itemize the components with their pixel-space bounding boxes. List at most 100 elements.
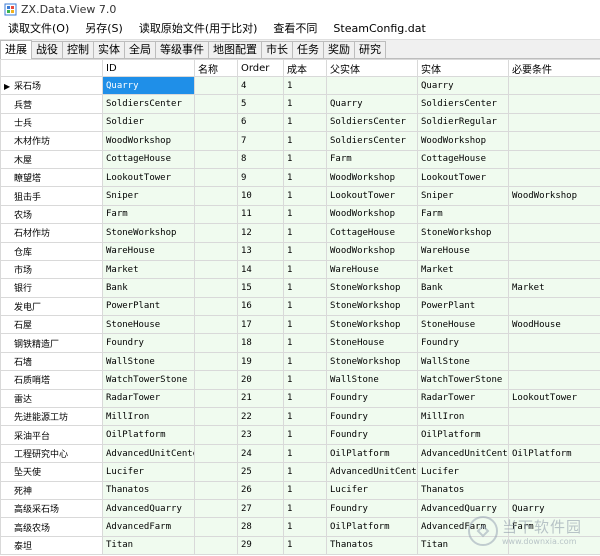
table-row[interactable]: 士兵 Soldier 6 1 SoldiersCenter SoldierRegular — [0, 112, 600, 133]
row-header[interactable]: 高级采石场 — [0, 498, 103, 519]
row-header[interactable]: 坠天使 — [0, 462, 103, 482]
grid-cell[interactable] — [508, 296, 600, 317]
grid-cell[interactable]: 1 — [283, 462, 327, 482]
grid-cell[interactable]: StoneHouse — [326, 333, 418, 353]
grid-cell[interactable]: WoodWorkshop — [102, 131, 195, 151]
grid-cell[interactable] — [508, 351, 600, 372]
tab-10[interactable]: 研究 — [354, 41, 386, 58]
grid-cell[interactable]: 1 — [283, 223, 327, 243]
grid-cell[interactable] — [194, 112, 238, 133]
grid-cell[interactable] — [508, 223, 600, 243]
grid-cell[interactable]: 1 — [283, 425, 327, 445]
grid-cell[interactable]: Thanatos — [326, 535, 418, 556]
grid-cell[interactable]: AdvancedQuarry — [417, 498, 509, 519]
grid-cell[interactable]: 15 — [237, 278, 284, 298]
grid-cell[interactable]: CottageHouse — [326, 223, 418, 243]
grid-cell[interactable]: Titan — [102, 535, 195, 556]
grid-cell[interactable]: Thanatos — [417, 480, 509, 500]
grid-cell[interactable]: WoodWorkshop — [417, 131, 509, 151]
column-header[interactable]: 实体 — [417, 59, 509, 77]
grid-cell[interactable]: Bank — [417, 278, 509, 298]
grid-cell[interactable] — [194, 186, 238, 206]
row-header[interactable]: 木材作坊 — [0, 131, 103, 151]
grid-cell[interactable]: 1 — [283, 75, 327, 96]
grid-cell[interactable]: 1 — [283, 517, 327, 537]
grid-cell[interactable] — [194, 388, 238, 409]
grid-cell[interactable]: 26 — [237, 480, 284, 500]
grid-cell[interactable]: StoneHouse — [102, 315, 195, 335]
grid-cell[interactable] — [508, 112, 600, 133]
grid-cell[interactable]: WoodWorkshop — [326, 204, 418, 225]
table-row[interactable]: 市场 Market 14 1 WareHouse Market — [0, 259, 600, 280]
grid-cell[interactable]: 4 — [237, 75, 284, 96]
grid-cell[interactable]: Quarry — [102, 75, 195, 96]
row-header[interactable]: 石质哨塔 — [0, 370, 103, 390]
grid-cell[interactable] — [326, 75, 418, 96]
grid-cell[interactable]: 1 — [283, 278, 327, 298]
grid-cell[interactable] — [194, 278, 238, 298]
table-row[interactable]: 先进能源工坊 MillIron 22 1 Foundry MillIron — [0, 407, 600, 427]
menu-steam-config[interactable]: SteamConfig.dat — [325, 18, 433, 40]
grid-cell[interactable]: 25 — [237, 462, 284, 482]
grid-cell[interactable]: SoldiersCenter — [417, 94, 509, 114]
tab-6[interactable]: 地图配置 — [208, 41, 262, 58]
grid-cell[interactable]: 27 — [237, 498, 284, 519]
grid-cell[interactable]: WallStone — [326, 370, 418, 390]
grid-cell[interactable]: StoneWorkshop — [326, 315, 418, 335]
grid-cell[interactable]: AdvancedUnitCenter — [326, 462, 418, 482]
grid-cell[interactable]: Foundry — [326, 407, 418, 427]
grid-cell[interactable]: MillIron — [102, 407, 195, 427]
grid-cell[interactable]: WoodHouse — [508, 315, 600, 335]
grid-cell[interactable]: PowerPlant — [417, 296, 509, 317]
menu-save-as[interactable]: 另存(S) — [77, 18, 131, 40]
grid-cell[interactable] — [508, 75, 600, 96]
grid-cell[interactable]: Lucifer — [326, 480, 418, 500]
grid-cell[interactable]: RadarTower — [102, 388, 195, 409]
grid-cell[interactable]: WoodWorkshop — [508, 186, 600, 206]
grid-cell[interactable]: Quarry — [508, 498, 600, 519]
grid-cell[interactable]: RadarTower — [417, 388, 509, 409]
row-header[interactable]: 石屋 — [0, 315, 103, 335]
grid-cell[interactable]: Soldier — [102, 112, 195, 133]
grid-cell[interactable]: 1 — [283, 94, 327, 114]
grid-cell[interactable]: SoldiersCenter — [326, 131, 418, 151]
table-row[interactable]: 高级采石场 AdvancedQuarry 27 1 Foundry AdvancedQua… — [0, 498, 600, 519]
grid-cell[interactable] — [194, 407, 238, 427]
grid-cell[interactable]: StoneWorkshop — [417, 223, 509, 243]
table-row[interactable]: 木屋 CottageHouse 8 1 Farm CottageHouse — [0, 149, 600, 169]
grid-cell[interactable]: 23 — [237, 425, 284, 445]
grid-cell[interactable]: AdvancedUnitCenter — [102, 443, 195, 464]
column-header[interactable]: Order — [237, 59, 284, 77]
grid-cell[interactable]: 1 — [283, 186, 327, 206]
grid-cell[interactable] — [194, 443, 238, 464]
grid-cell[interactable]: 19 — [237, 351, 284, 372]
grid-cell[interactable]: 1 — [283, 407, 327, 427]
grid-cell[interactable] — [508, 425, 600, 445]
grid-cell[interactable]: 17 — [237, 315, 284, 335]
table-row[interactable]: 兵营 SoldiersCenter 5 1 Quarry SoldiersCenter — [0, 94, 600, 114]
table-row[interactable]: 工程研究中心 AdvancedUnitCenter 24 1 OilPlatform Ad… — [0, 443, 600, 464]
row-header[interactable]: 狙击手 — [0, 186, 103, 206]
tab-2[interactable]: 控制 — [62, 41, 94, 58]
grid-cell[interactable]: 5 — [237, 94, 284, 114]
row-header[interactable]: 发电厂 — [0, 296, 103, 317]
grid-cell[interactable]: 1 — [283, 259, 327, 280]
grid-cell[interactable]: 1 — [283, 333, 327, 353]
grid-cell[interactable] — [194, 498, 238, 519]
table-row[interactable]: 银行 Bank 15 1 StoneWorkshop Bank Market — [0, 278, 600, 298]
grid-cell[interactable]: Foundry — [102, 333, 195, 353]
grid-cell[interactable]: OilPlatform — [326, 443, 418, 464]
grid-cell[interactable]: LookoutTower — [417, 167, 509, 188]
grid-cell[interactable] — [508, 204, 600, 225]
grid-cell[interactable]: StoneWorkshop — [326, 351, 418, 372]
tab-5[interactable]: 等级事件 — [155, 41, 209, 58]
grid-cell[interactable]: Foundry — [417, 333, 509, 353]
grid-cell[interactable] — [194, 425, 238, 445]
grid-cell[interactable]: 1 — [283, 131, 327, 151]
table-row[interactable]: 木材作坊 WoodWorkshop 7 1 SoldiersCenter WoodWork… — [0, 131, 600, 151]
grid-cell[interactable]: 1 — [283, 167, 327, 188]
grid-cell[interactable]: 1 — [283, 241, 327, 261]
table-row[interactable]: 石材作坊 StoneWorkshop 12 1 CottageHouse StoneWor… — [0, 223, 600, 243]
row-header[interactable]: 瞭望塔 — [0, 167, 103, 188]
grid-cell[interactable]: WatchTowerStone — [102, 370, 195, 390]
